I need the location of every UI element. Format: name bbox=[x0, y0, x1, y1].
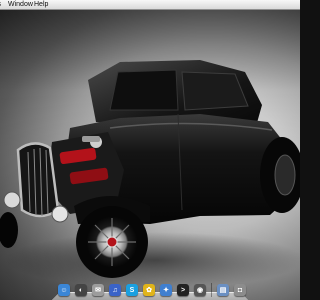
rear-rim bbox=[274, 154, 296, 196]
menu-item-clipped[interactable]: ls bbox=[0, 0, 3, 9]
desktop: ls Window Help ☺ ◐ ✉ ♫ S ✿ ✦ > ◉ ▤ ◘ bbox=[0, 0, 300, 300]
engine-intake bbox=[82, 136, 100, 142]
skype-icon[interactable]: S bbox=[126, 284, 138, 296]
itunes-icon[interactable]: ♫ bbox=[109, 284, 121, 296]
front-hub bbox=[106, 236, 118, 248]
car-grille bbox=[16, 142, 60, 218]
camera-icon[interactable]: ◉ bbox=[194, 284, 206, 296]
menu-item-help[interactable]: Help bbox=[32, 0, 50, 9]
safari-icon[interactable]: ✦ bbox=[160, 284, 172, 296]
dashboard-icon[interactable]: ◐ bbox=[75, 284, 87, 296]
menu-item-window[interactable]: Window bbox=[6, 0, 35, 9]
car-windshield bbox=[109, 69, 179, 111]
right-headlight bbox=[51, 205, 69, 223]
front-left-tire bbox=[0, 212, 18, 248]
trash-icon[interactable]: ◘ bbox=[234, 284, 246, 296]
menu-bar: ls Window Help bbox=[0, 0, 300, 10]
finder-icon[interactable]: ☺ bbox=[58, 284, 70, 296]
hot-rod-wallpaper bbox=[0, 60, 300, 288]
left-headlight bbox=[3, 191, 21, 209]
dock-separator bbox=[211, 283, 212, 297]
sunflower-icon[interactable]: ✿ bbox=[143, 284, 155, 296]
folder-icon[interactable]: ▤ bbox=[217, 284, 229, 296]
dock: ☺ ◐ ✉ ♫ S ✿ ✦ > ◉ ▤ ◘ bbox=[52, 278, 248, 300]
mail-icon[interactable]: ✉ bbox=[92, 284, 104, 296]
terminal-icon[interactable]: > bbox=[177, 284, 189, 296]
